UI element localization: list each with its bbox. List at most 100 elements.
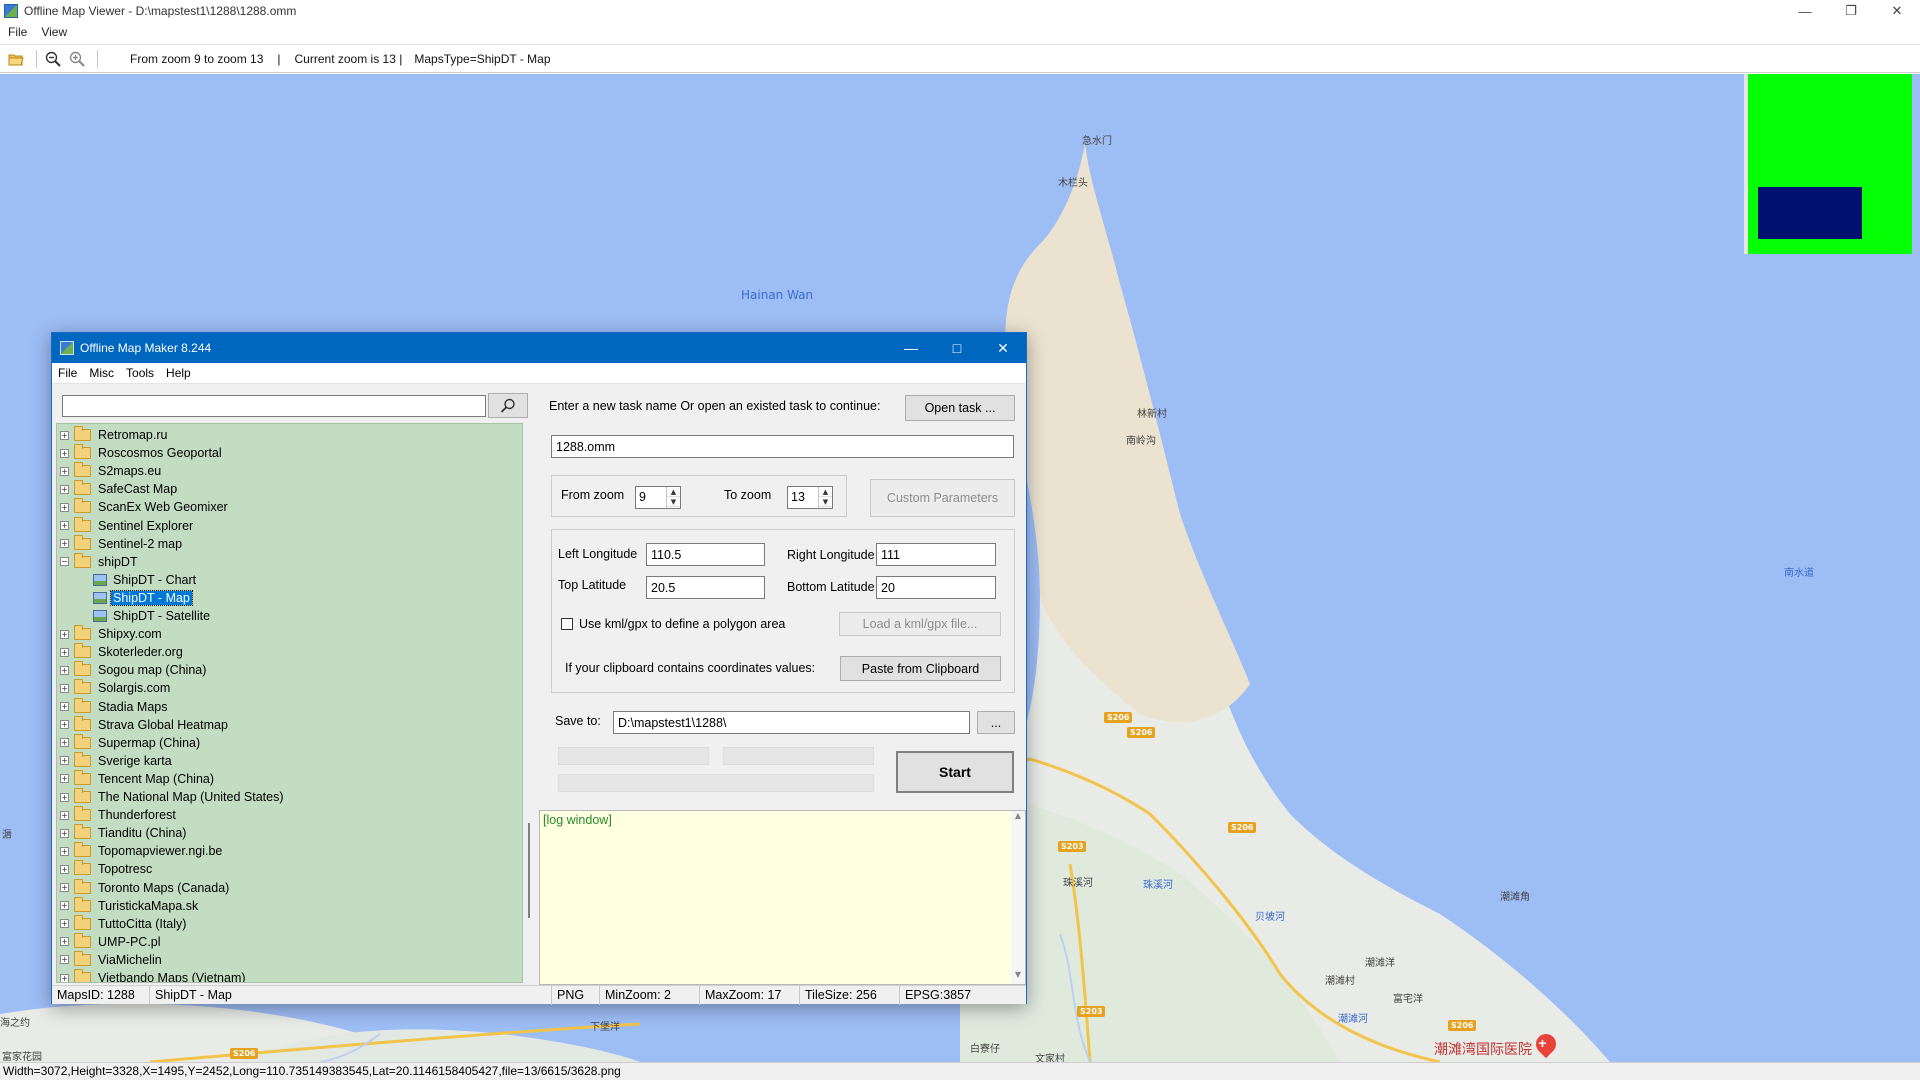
tree-folder-item[interactable]: + Sentinel-2 map — [57, 534, 184, 553]
menu-tools[interactable]: Tools — [126, 366, 154, 380]
browse-button[interactable]: ... — [977, 711, 1015, 734]
custom-parameters-button[interactable]: Custom Parameters — [870, 479, 1015, 517]
spin-down-icon[interactable]: ▼ — [667, 497, 680, 507]
expand-icon[interactable]: + — [60, 629, 69, 639]
expand-icon[interactable]: + — [60, 502, 69, 512]
tree-scrollbar[interactable] — [523, 423, 535, 983]
tree-map-item[interactable]: ShipDT - Chart — [57, 571, 198, 589]
right-longitude-input[interactable] — [876, 543, 996, 566]
minimize-icon[interactable]: — — [888, 333, 934, 363]
log-window[interactable]: [log window] ▲ ▼ — [539, 810, 1026, 985]
expand-icon[interactable]: + — [60, 937, 69, 947]
tree-folder-item[interactable]: + SafeCast Map — [57, 480, 179, 498]
tree-folder-item[interactable]: + Tianditu (China) — [57, 824, 188, 842]
expand-icon[interactable]: + — [60, 919, 69, 929]
expand-icon[interactable]: + — [60, 647, 69, 657]
expand-icon[interactable]: + — [60, 973, 69, 982]
tree-folder-item[interactable]: + Sverige karta — [57, 751, 174, 770]
tree-folder-item[interactable]: + Stadia Maps — [57, 697, 169, 716]
expand-icon[interactable]: + — [60, 774, 69, 784]
map-source-tree[interactable]: + Retromap.ru + Roscosmos Geoportal + S2maps.… — [56, 423, 523, 983]
expand-icon[interactable]: + — [60, 846, 69, 856]
expand-icon[interactable]: + — [60, 466, 69, 476]
tree-folder-item[interactable]: + ViaMichelin — [57, 950, 164, 969]
search-input[interactable] — [62, 395, 486, 417]
to-zoom-stepper[interactable]: 13 ▲ ▼ — [787, 486, 833, 509]
top-latitude-input[interactable] — [646, 576, 765, 599]
tree-folder-item[interactable]: + TuristickaMapa.sk — [57, 896, 200, 915]
start-button[interactable]: Start — [896, 751, 1014, 793]
menu-view[interactable]: View — [41, 25, 67, 39]
from-zoom-stepper[interactable]: 9 ▲ ▼ — [635, 486, 681, 509]
tree-folder-item[interactable]: + The National Map (United States) — [57, 788, 286, 806]
maximize-icon[interactable]: □ — [934, 333, 980, 363]
spin-down-icon[interactable]: ▼ — [819, 497, 832, 507]
tree-folder-item[interactable]: − shipDT — [57, 552, 140, 571]
scrollbar-thumb[interactable] — [528, 823, 530, 918]
tree-map-item[interactable]: ShipDT - Map — [57, 589, 193, 607]
tree-folder-item[interactable]: + TuttoCitta (Italy) — [57, 914, 188, 933]
zoom-out-icon[interactable] — [43, 49, 63, 69]
tree-folder-item[interactable]: + Topotresc — [57, 860, 154, 878]
menu-file[interactable]: File — [8, 25, 27, 39]
menu-file[interactable]: File — [58, 366, 77, 380]
expand-icon[interactable]: + — [60, 521, 69, 530]
save-path-input[interactable] — [613, 711, 970, 734]
collapse-icon[interactable]: − — [60, 557, 69, 567]
expand-icon[interactable]: + — [60, 756, 69, 766]
bottom-latitude-input[interactable] — [876, 576, 996, 599]
tree-folder-item[interactable]: + Skoterleder.org — [57, 643, 185, 661]
tree-folder-item[interactable]: + Sentinel Explorer — [57, 516, 195, 535]
expand-icon[interactable]: + — [60, 702, 69, 711]
expand-icon[interactable]: + — [60, 864, 69, 874]
expand-icon[interactable]: + — [60, 484, 69, 494]
tree-folder-item[interactable]: + Retromap.ru — [57, 426, 169, 444]
expand-icon[interactable]: + — [60, 810, 69, 820]
expand-icon[interactable]: + — [60, 883, 69, 892]
menu-misc[interactable]: Misc — [89, 366, 114, 380]
restore-icon[interactable]: ❐ — [1828, 0, 1874, 22]
close-icon[interactable]: ✕ — [1874, 0, 1920, 22]
scroll-down-icon[interactable]: ▼ — [1011, 970, 1025, 984]
poi-hospital-label[interactable]: 潮滩湾国际医院 — [1434, 1039, 1532, 1059]
log-scrollbar[interactable]: ▲ ▼ — [1011, 811, 1025, 984]
tree-folder-item[interactable]: + UMP-PC.pl — [57, 932, 163, 951]
tree-folder-item[interactable]: + ScanEx Web Geomixer — [57, 498, 230, 516]
tree-folder-item[interactable]: + Shipxy.com — [57, 625, 164, 643]
tree-folder-item[interactable]: + Strava Global Heatmap — [57, 715, 230, 734]
tree-folder-item[interactable]: + Topomapviewer.ngi.be — [57, 842, 224, 860]
expand-icon[interactable]: + — [60, 539, 69, 549]
tree-folder-item[interactable]: + S2maps.eu — [57, 462, 163, 480]
tree-folder-item[interactable]: + Sogou map (China) — [57, 661, 208, 679]
expand-icon[interactable]: + — [60, 901, 69, 911]
scroll-up-icon[interactable]: ▲ — [1011, 811, 1025, 825]
tree-folder-item[interactable]: + Supermap (China) — [57, 733, 202, 752]
paste-clipboard-button[interactable]: Paste from Clipboard — [840, 656, 1001, 681]
kml-checkbox[interactable] — [561, 618, 573, 630]
expand-icon[interactable]: + — [60, 430, 69, 440]
spin-up-icon[interactable]: ▲ — [819, 487, 832, 497]
expand-icon[interactable]: + — [60, 448, 69, 458]
spin-up-icon[interactable]: ▲ — [667, 487, 680, 497]
minimize-icon[interactable]: — — [1782, 0, 1828, 22]
minimap[interactable] — [1744, 74, 1912, 254]
close-icon[interactable]: ✕ — [980, 333, 1026, 363]
tree-folder-item[interactable]: + Vietbando Maps (Vietnam) — [57, 969, 248, 982]
tree-map-item[interactable]: ShipDT - Satellite — [57, 607, 212, 625]
expand-icon[interactable]: + — [60, 720, 69, 730]
tree-folder-item[interactable]: + Tencent Map (China) — [57, 769, 216, 788]
minimap-viewport[interactable] — [1758, 187, 1862, 239]
expand-icon[interactable]: + — [60, 792, 69, 802]
expand-icon[interactable]: + — [60, 683, 69, 693]
tree-folder-item[interactable]: + Roscosmos Geoportal — [57, 444, 224, 462]
menu-help[interactable]: Help — [166, 366, 191, 380]
zoom-in-icon[interactable] — [67, 49, 87, 69]
tree-folder-item[interactable]: + Thunderforest — [57, 806, 178, 824]
tree-folder-item[interactable]: + Toronto Maps (Canada) — [57, 878, 231, 897]
task-name-input[interactable] — [551, 435, 1014, 458]
tree-folder-item[interactable]: + Solargis.com — [57, 679, 172, 697]
expand-icon[interactable]: + — [60, 665, 69, 675]
search-button[interactable] — [488, 393, 528, 418]
open-task-button[interactable]: Open task ... — [905, 395, 1015, 421]
left-longitude-input[interactable] — [646, 543, 765, 566]
